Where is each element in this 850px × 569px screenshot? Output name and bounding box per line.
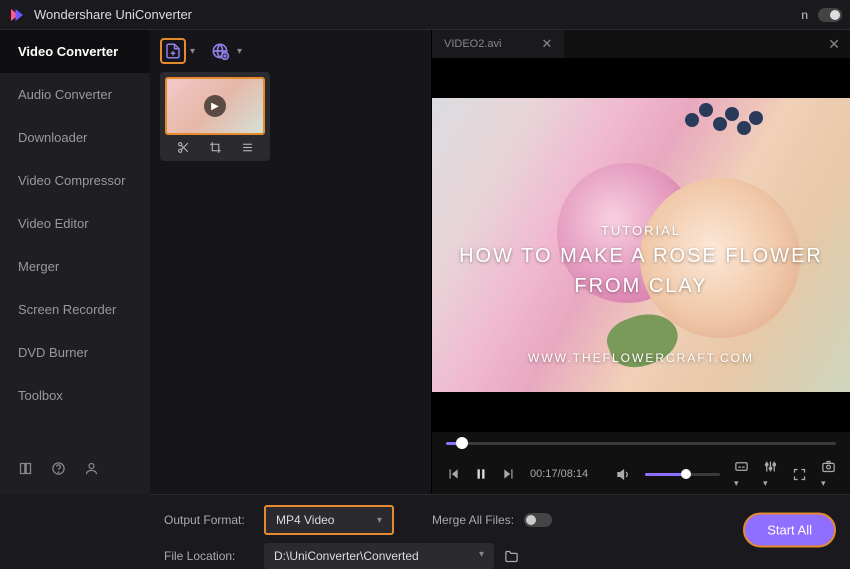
preview-close-icon[interactable]: ✕ xyxy=(818,36,850,53)
close-icon[interactable]: ✕ xyxy=(541,36,552,52)
trim-icon[interactable] xyxy=(177,141,190,154)
crop-icon[interactable] xyxy=(209,141,222,154)
file-location-select[interactable]: D:\UniConverter\Converted ▾ xyxy=(264,543,494,569)
merge-toggle[interactable] xyxy=(524,513,552,527)
seek-bar[interactable] xyxy=(432,432,850,454)
video-overlay-line3: FROM CLAY xyxy=(432,275,850,298)
snapshot-icon[interactable]: ▾ xyxy=(821,459,836,489)
sidebar-item-audio-converter[interactable]: Audio Converter xyxy=(0,73,150,116)
open-folder-icon[interactable] xyxy=(504,549,519,564)
sidebar-item-dvd-burner[interactable]: DVD Burner xyxy=(0,331,150,374)
output-format-label: Output Format: xyxy=(164,513,254,527)
playback-time: 00:17/08:14 xyxy=(530,468,588,480)
book-icon[interactable] xyxy=(18,461,33,476)
video-overlay-url: WWW.THEFLOWERCRAFT.COM xyxy=(432,351,850,365)
tab-label: VIDEO2.avi xyxy=(444,38,501,50)
preview-panel: VIDEO2.avi ✕ ✕ TUTORIAL HOW TO MAKE A xyxy=(431,30,850,494)
pause-icon[interactable] xyxy=(474,467,488,481)
file-thumbnail[interactable]: ▶ xyxy=(165,77,265,135)
add-url-icon[interactable] xyxy=(207,38,233,64)
sidebar-item-downloader[interactable]: Downloader xyxy=(0,116,150,159)
settings-icon[interactable]: ▾ xyxy=(763,459,778,489)
bottom-bar: Output Format: MP4 Video ▾ Merge All Fil… xyxy=(150,494,850,564)
workarea: ▾ ▾ ▶ Convert VIDEO2.avi ✕ xyxy=(150,30,850,494)
next-icon[interactable] xyxy=(502,467,516,481)
preview-tab[interactable]: VIDEO2.avi ✕ xyxy=(432,30,564,58)
subtitle-icon[interactable]: ▾ xyxy=(734,459,749,489)
sidebar-item-merger[interactable]: Merger xyxy=(0,245,150,288)
titlebar-toggle[interactable] xyxy=(818,8,842,22)
preview-tabbar: VIDEO2.avi ✕ ✕ xyxy=(432,30,850,58)
play-icon: ▶ xyxy=(204,95,226,117)
volume-slider[interactable] xyxy=(645,473,720,476)
video-overlay-line1: TUTORIAL xyxy=(432,223,850,238)
chevron-down-icon[interactable]: ▾ xyxy=(237,46,242,57)
titlebar-letter: n xyxy=(801,8,808,22)
sidebar-item-video-converter[interactable]: Video Converter xyxy=(0,30,150,73)
prev-icon[interactable] xyxy=(446,467,460,481)
fullscreen-icon[interactable] xyxy=(792,467,807,482)
player-controls: 00:17/08:14 ▾ ▾ ▾ xyxy=(432,454,850,494)
app-title: Wondershare UniConverter xyxy=(34,7,192,22)
sidebar-item-toolbox[interactable]: Toolbox xyxy=(0,374,150,417)
sidebar-item-video-editor[interactable]: Video Editor xyxy=(0,202,150,245)
sidebar: Video Converter Audio Converter Download… xyxy=(0,30,150,494)
file-location-label: File Location: xyxy=(164,549,254,563)
chevron-down-icon: ▾ xyxy=(377,515,382,526)
user-icon[interactable] xyxy=(84,461,99,476)
chevron-down-icon: ▾ xyxy=(479,549,484,563)
video-overlay-line2: HOW TO MAKE A ROSE FLOWER xyxy=(432,245,850,268)
add-file-icon[interactable] xyxy=(160,38,186,64)
start-all-button[interactable]: Start All xyxy=(743,512,836,547)
sidebar-item-video-compressor[interactable]: Video Compressor xyxy=(0,159,150,202)
volume-icon[interactable] xyxy=(616,467,631,482)
titlebar: Wondershare UniConverter n xyxy=(0,0,850,30)
more-icon[interactable] xyxy=(241,141,254,154)
merge-label: Merge All Files: xyxy=(432,513,514,527)
app-logo-icon xyxy=(8,6,26,24)
chevron-down-icon[interactable]: ▾ xyxy=(190,46,195,57)
help-icon[interactable] xyxy=(51,461,66,476)
output-format-select[interactable]: MP4 Video ▾ xyxy=(264,505,394,535)
video-preview[interactable]: TUTORIAL HOW TO MAKE A ROSE FLOWER FROM … xyxy=(432,58,850,432)
sidebar-item-screen-recorder[interactable]: Screen Recorder xyxy=(0,288,150,331)
file-thumb-card: ▶ xyxy=(160,72,270,161)
